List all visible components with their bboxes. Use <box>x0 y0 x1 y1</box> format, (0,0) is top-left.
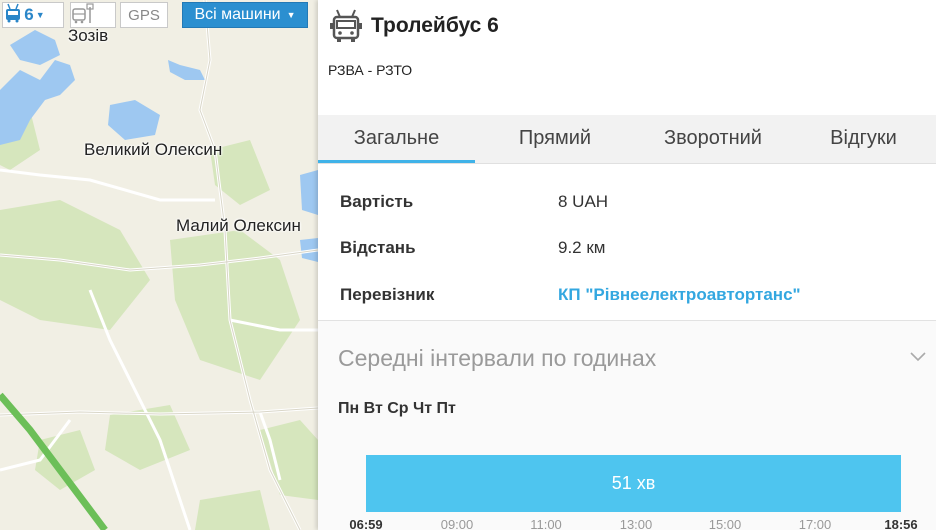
axis-start-label: 06:59 <box>349 517 383 530</box>
panel-header: Тролейбус 6 РЗВА - РЗТО <box>318 0 936 115</box>
stops-toggle-button[interactable] <box>70 2 116 28</box>
route-info: Вартість 8 UAH Відстань 9.2 км Перевізни… <box>318 165 936 321</box>
caret-down-icon: ▼ <box>286 10 296 20</box>
cost-label: Вартість <box>340 192 414 211</box>
interval-bar-label: 51 хв <box>611 473 656 493</box>
time-axis: 06:59 09:00 11:00 13:00 15:00 17:00 18:5… <box>318 513 936 530</box>
chevron-down-icon[interactable] <box>908 349 928 363</box>
route-title: Тролейбус 6 <box>371 14 499 37</box>
map-canvas <box>0 0 318 530</box>
map-view[interactable]: Зозів Великий Олексин Малий Олексин 6 ▼ <box>0 0 318 530</box>
cost-value: 8 UAH <box>558 192 609 211</box>
distance-label: Відстань <box>340 238 416 257</box>
carrier-link[interactable]: КП "Рівнеелектроавтортанс" <box>558 285 801 305</box>
axis-tick-label: 15:00 <box>708 517 742 530</box>
map-label-malyi-oleksyn: Малий Олексин <box>176 216 301 235</box>
axis-end-label: 18:56 <box>884 517 918 530</box>
tab-backward[interactable]: Зворотний <box>635 115 791 163</box>
intervals-title[interactable]: Середні інтервали по годинах <box>338 345 656 372</box>
axis-tick-label: 17:00 <box>798 517 832 530</box>
map-label-velykyi-oleksyn: Великий Олексин <box>84 140 223 159</box>
axis-tick-label: 09:00 <box>440 517 474 530</box>
tabs: Загальне Прямий Зворотний Відгуки <box>318 115 936 164</box>
caret-down-icon: ▼ <box>35 10 45 20</box>
all-cars-label: Всі машини <box>194 6 281 23</box>
route-select-button[interactable]: 6 ▼ <box>2 2 64 28</box>
axis-tick-label: 13:00 <box>619 517 653 530</box>
interval-bar: 51 хв <box>366 455 901 512</box>
gps-button[interactable]: GPS <box>120 2 168 28</box>
trolleybus-icon <box>330 9 362 42</box>
tab-forward[interactable]: Прямий <box>475 115 635 163</box>
tab-general[interactable]: Загальне <box>318 115 475 163</box>
weekdays-label: Пн Вт Ср Чт Пт <box>338 400 456 417</box>
route-subtitle: РЗВА - РЗТО <box>328 62 413 78</box>
axis-tick-label: 11:00 <box>530 517 562 530</box>
map-toolbar: 6 ▼ GPS Всі машини ▼ <box>0 0 318 30</box>
distance-value: 9.2 км <box>558 238 606 257</box>
tab-reviews[interactable]: Відгуки <box>791 115 936 163</box>
intervals-section: Середні інтервали по годинах Пн Вт Ср Чт… <box>318 321 936 530</box>
carrier-label: Перевізник <box>340 285 435 304</box>
bus-stop-icon <box>72 3 94 24</box>
route-number: 6 <box>24 5 34 24</box>
trolleybus-icon <box>6 3 20 23</box>
route-info-panel: Тролейбус 6 РЗВА - РЗТО Загальне Прямий … <box>318 0 936 530</box>
all-cars-dropdown[interactable]: Всі машини ▼ <box>182 2 308 28</box>
